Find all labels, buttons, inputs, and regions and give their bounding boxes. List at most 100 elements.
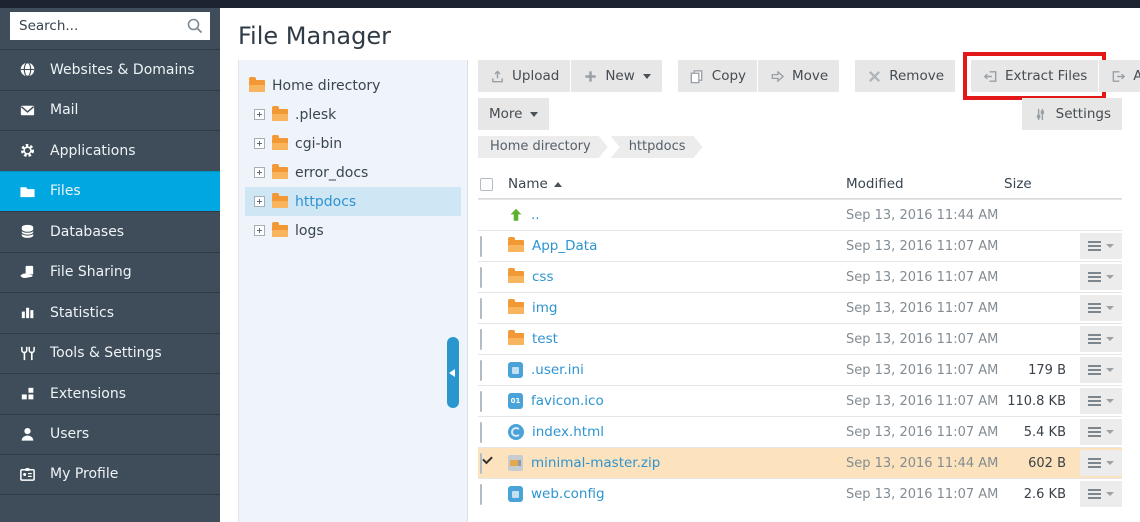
upload-button[interactable]: Upload [478,60,570,92]
expand-plus-icon[interactable] [254,109,265,120]
sidebar-item-label: File Sharing [50,264,132,280]
new-button[interactable]: New [571,60,661,92]
column-header-name[interactable]: Name [508,176,846,192]
chevron-down-icon [1106,275,1114,279]
sidebar-item-my-profile[interactable]: My Profile [0,454,220,495]
sidebar-item-tools-settings[interactable]: Tools & Settings [0,333,220,374]
sidebar-item-users[interactable]: Users [0,414,220,455]
sidebar-item-websites-domains[interactable]: Websites & Domains [0,49,220,90]
add-to-archive-button[interactable]: Add to Archive [1099,60,1140,92]
settings-button[interactable]: Settings [1022,98,1122,130]
expand-plus-icon[interactable] [254,138,265,149]
search-icon[interactable] [186,17,204,35]
blocks-icon [17,385,37,402]
hamburger-icon [1088,272,1101,282]
expand-plus-icon[interactable] [254,167,265,178]
table-row: css Sep 13, 2016 11:07 AM [478,261,1122,292]
button-label: Remove [889,68,944,84]
plus-icon [582,68,598,84]
remove-button[interactable]: Remove [855,60,955,92]
sidebar-item-label: Mail [50,102,78,118]
row-menu-button[interactable] [1080,233,1122,259]
tree-item-httpdocs[interactable]: httpdocs [245,187,461,216]
folder-icon [508,333,524,345]
size-value: 602 B [1004,456,1068,471]
file-name-cell: img [508,300,846,316]
tree-item-error-docs[interactable]: error_docs [239,158,467,187]
file-manager-content: UploadNewCopyMoveRemoveExtract FilesAdd … [478,60,1122,509]
hamburger-icon [1088,489,1101,499]
hamburger-icon [1088,396,1101,406]
row-menu-button[interactable] [1080,388,1122,414]
file-name-link[interactable]: .user.ini [531,362,584,378]
globe-icon [17,61,37,78]
file-name-link[interactable]: css [532,269,554,285]
sliders-icon [1033,106,1049,122]
row-checkbox[interactable] [480,236,482,257]
modified-value: Sep 13, 2016 11:07 AM [846,270,1004,285]
search-input[interactable] [10,12,210,40]
sidebar-item-extensions[interactable]: Extensions [0,373,220,414]
move-button[interactable]: Move [758,60,839,92]
panel-collapse-handle[interactable] [447,337,459,408]
file-name-link[interactable]: img [532,300,557,316]
row-menu-cell [1068,450,1122,476]
toolbar-secondary: More Settings [478,98,1122,130]
hamburger-icon [1088,334,1101,344]
file-name-cell: index.html [508,424,846,440]
file-name-link[interactable]: .. [531,207,540,223]
sidebar-item-mail[interactable]: Mail [0,90,220,131]
row-menu-button[interactable] [1080,326,1122,352]
more-button[interactable]: More [478,98,549,130]
file-name-cell: css [508,269,846,285]
tree-item-logs[interactable]: logs [239,216,467,245]
modified-value: Sep 13, 2016 11:07 AM [846,363,1004,378]
row-checkbox[interactable] [480,422,482,443]
row-menu-button[interactable] [1080,450,1122,476]
row-menu-button[interactable] [1080,264,1122,290]
column-header-size[interactable]: Size [1004,176,1068,192]
size-value: 5.4 KB [1004,425,1068,440]
table-row: favicon.icoSep 13, 2016 11:07 AM110.8 KB [478,385,1122,416]
row-menu-button[interactable] [1080,419,1122,445]
tree-item-label: error_docs [295,165,368,181]
sidebar-item-files[interactable]: Files [0,171,220,212]
row-menu-button[interactable] [1080,481,1122,507]
sidebar-item-applications[interactable]: Applications [0,130,220,171]
row-menu-button[interactable] [1080,295,1122,321]
sidebar-item-statistics[interactable]: Statistics [0,292,220,333]
row-checkbox[interactable] [480,484,482,505]
file-name-link[interactable]: favicon.ico [531,393,604,409]
tree-item--plesk[interactable]: .plesk [239,100,467,129]
breadcrumb-segment[interactable]: Home directory [478,136,608,158]
button-label: Upload [512,68,559,84]
modified-value: Sep 13, 2016 11:07 AM [846,239,1004,254]
row-menu-button[interactable] [1080,357,1122,383]
tools-icon [17,345,37,362]
select-all-checkbox[interactable] [480,178,493,191]
row-checkbox[interactable] [480,453,482,474]
file-name-link[interactable]: App_Data [532,238,597,254]
file-name-link[interactable]: test [532,331,558,347]
tree-item-home-directory[interactable]: Home directory [239,71,467,100]
file-name-link[interactable]: index.html [532,424,604,440]
sidebar-item-databases[interactable]: Databases [0,211,220,252]
checkbox-cell [478,268,508,287]
extract-files-button[interactable]: Extract Files [971,60,1098,92]
sidebar-item-label: Applications [50,143,136,159]
file-name-link[interactable]: web.config [531,486,605,502]
sidebar-item-file-sharing[interactable]: File Sharing [0,252,220,293]
row-checkbox[interactable] [480,329,482,350]
expand-plus-icon[interactable] [254,225,265,236]
row-checkbox[interactable] [480,391,482,412]
file-name-link[interactable]: minimal-master.zip [531,455,660,471]
copy-button[interactable]: Copy [678,60,757,92]
tree-item-cgi-bin[interactable]: cgi-bin [239,129,467,158]
row-checkbox[interactable] [480,298,482,319]
expand-plus-icon[interactable] [254,196,265,207]
breadcrumb-segment[interactable]: httpdocs [611,136,703,158]
column-header-modified[interactable]: Modified [846,176,1004,192]
row-checkbox[interactable] [480,267,482,288]
row-checkbox[interactable] [480,360,482,381]
modified-value: Sep 13, 2016 11:07 AM [846,394,1004,409]
